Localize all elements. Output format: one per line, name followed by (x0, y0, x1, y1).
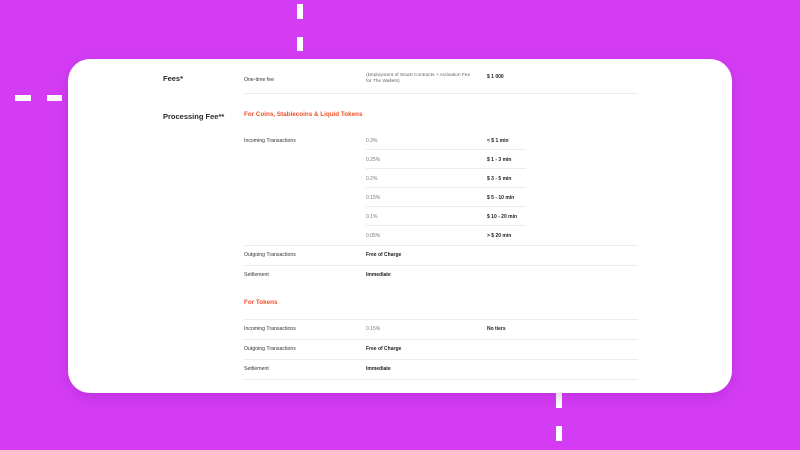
one-time-fee-value: $ 1 000 (487, 74, 504, 80)
decor-dash (15, 95, 31, 101)
tier-range: < $ 1 min (487, 138, 509, 144)
tokens-section-title: For Tokens (244, 299, 278, 306)
tokens-settlement-label: Settlement (244, 366, 269, 372)
coins-settlement-label: Settlement (244, 272, 269, 278)
one-time-fee-note: (Deployment of Smart Contracts + Activat… (366, 73, 471, 85)
coins-section-title: For Coins, Stablecoins & Liquid Tokens (244, 111, 363, 118)
one-time-fee-label: One-time fee (244, 77, 274, 83)
tier-range: $ 3 - 5 min (487, 176, 512, 182)
decor-dash (556, 426, 562, 441)
tier-range: $ 5 - 10 min (487, 195, 515, 201)
processing-fee-heading: Processing Fee** (163, 112, 225, 121)
tokens-outgoing-value: Free of Charge (366, 346, 402, 352)
tier-range: $ 1 - 3 min (487, 157, 512, 163)
tier-rate: 0.05% (366, 233, 381, 239)
tier-divider (366, 206, 526, 207)
tokens-outgoing-label: Outgoing Transactions (244, 346, 296, 352)
decor-dash (47, 95, 62, 101)
tier-rate: 0.25% (366, 157, 381, 163)
fee-table-card: Fees* One-time fee (Deployment of Smart … (68, 59, 732, 393)
tokens-settlement-value: Immediate (366, 366, 391, 372)
decor-dash (297, 37, 303, 51)
tokens-incoming-rate: 0.15% (366, 326, 381, 332)
coins-incoming-label: Incoming Transactions (244, 138, 296, 144)
tokens-incoming-tiers: No tiers (487, 326, 506, 332)
divider (244, 379, 638, 380)
tier-divider (366, 225, 526, 226)
divider (244, 339, 638, 340)
divider (244, 265, 638, 266)
tier-rate: 0.2% (366, 176, 378, 182)
coins-outgoing-label: Outgoing Transactions (244, 252, 296, 258)
decor-dash (297, 4, 303, 19)
tier-rate: 0.1% (366, 214, 378, 220)
tier-range: > $ 20 min (487, 233, 512, 239)
divider (244, 319, 638, 320)
tokens-incoming-label: Incoming Transactions (244, 326, 296, 332)
tier-divider (366, 187, 526, 188)
tier-divider (366, 168, 526, 169)
tier-rate: 0.3% (366, 138, 378, 144)
tier-rate: 0.15% (366, 195, 381, 201)
divider (244, 359, 638, 360)
coins-settlement-value: Immediate (366, 272, 391, 278)
decor-dash (556, 393, 562, 408)
divider (244, 245, 638, 246)
tier-divider (366, 149, 526, 150)
fees-heading: Fees* (163, 74, 184, 83)
tier-range: $ 10 - 20 min (487, 214, 518, 220)
coins-outgoing-value: Free of Charge (366, 252, 402, 258)
divider (244, 93, 638, 94)
